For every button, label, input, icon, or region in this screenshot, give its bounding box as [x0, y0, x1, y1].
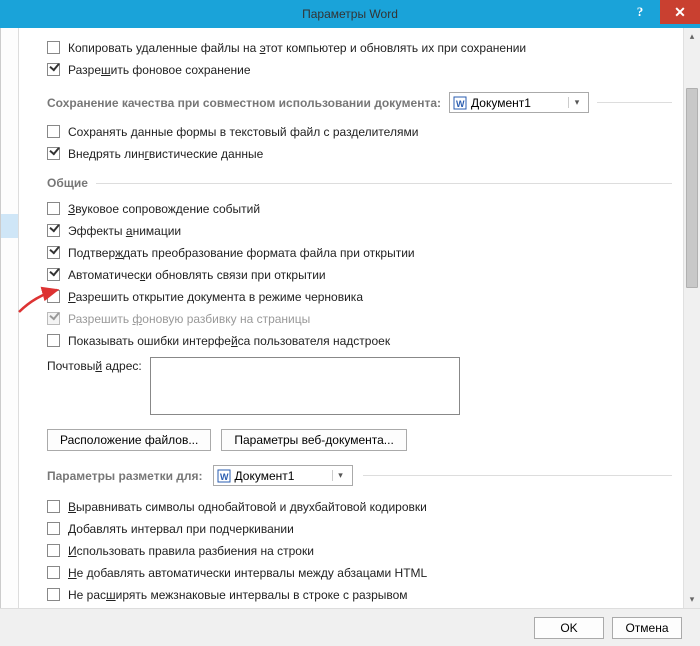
checkbox[interactable] — [47, 522, 60, 535]
quality-document-select[interactable]: W Документ1 ▾ — [449, 92, 589, 113]
titlebar-controls: ? ✕ — [620, 0, 700, 28]
checkbox[interactable] — [47, 41, 60, 54]
option-label: Автоматически обновлять связи при открыт… — [68, 268, 326, 282]
option-label: Сохранять данные формы в текстовый файл … — [68, 125, 418, 139]
checkbox[interactable] — [47, 500, 60, 513]
section-quality: Сохранение качества при совместном испол… — [47, 92, 672, 113]
scroll-down-arrow-icon[interactable]: ▾ — [684, 591, 700, 608]
quality-option-option: Внедрять лингвистические данные — [47, 143, 672, 164]
checkbox — [47, 312, 60, 325]
option-label: Разрешить открытие документа в режиме че… — [68, 290, 363, 304]
option-label: Выравнивать символы однобайтовой и двухб… — [68, 500, 427, 514]
layout-label: Параметры разметки для: — [47, 469, 203, 483]
word-doc-icon: W — [453, 96, 467, 110]
layout-document-select[interactable]: W Документ1 ▾ — [213, 465, 353, 486]
checkbox[interactable] — [47, 147, 60, 160]
layout-option-option: Не расширять межзнаковые интервалы в стр… — [47, 584, 672, 605]
quality-doc-selected: Документ1 — [471, 96, 531, 110]
section-layout: Параметры разметки для: W Документ1 ▾ — [47, 465, 672, 486]
scrollbar-thumb[interactable] — [686, 88, 698, 288]
general-option-option: Разрешить фоновую разбивку на страницы — [47, 308, 672, 329]
quality-option-option: Сохранять данные формы в текстовый файл … — [47, 121, 672, 142]
checkbox[interactable] — [47, 566, 60, 579]
svg-text:W: W — [456, 99, 465, 109]
option-label: Разрешить фоновое сохранение — [68, 63, 251, 77]
web-options-button[interactable]: Параметры веб-документа... — [221, 429, 406, 451]
checkbox[interactable] — [47, 544, 60, 557]
option-label: Копировать удаленные файлы на этот компь… — [68, 41, 526, 55]
nav-sidebar-stub — [1, 28, 19, 608]
dialog-footer: OK Отмена — [0, 608, 700, 646]
checkbox[interactable] — [47, 224, 60, 237]
checkbox[interactable] — [47, 268, 60, 281]
general-option-option: Показывать ошибки интерфейса пользовател… — [47, 330, 672, 351]
cancel-button[interactable]: Отмена — [612, 617, 682, 639]
layout-option-option: Не добавлять автоматически интервалы меж… — [47, 562, 672, 583]
checkbox[interactable] — [47, 125, 60, 138]
option-label: Разрешить фоновую разбивку на страницы — [68, 312, 310, 326]
general-option-option: Эффекты анимации — [47, 220, 672, 241]
nav-selection-highlight — [1, 214, 18, 238]
options-content: Копировать удаленные файлы на этот компь… — [19, 28, 700, 608]
section-general: Общие — [47, 176, 672, 190]
option-label: Показывать ошибки интерфейса пользовател… — [68, 334, 390, 348]
general-option-option: Звуковое сопровождение событий — [47, 198, 672, 219]
option-label: Эффекты анимации — [68, 224, 181, 238]
chevron-down-icon: ▾ — [568, 97, 585, 108]
save-option-option: Копировать удаленные файлы на этот компь… — [47, 37, 672, 58]
layout-doc-selected: Документ1 — [235, 469, 295, 483]
mail-address-label: Почтовый адрес: — [47, 357, 142, 373]
window-title: Параметры Word — [302, 7, 398, 21]
mail-address-input[interactable] — [150, 357, 460, 415]
section-quality-title: Сохранение качества при совместном испол… — [47, 96, 441, 110]
option-label: Не добавлять автоматически интервалы меж… — [68, 566, 427, 580]
checkbox[interactable] — [47, 63, 60, 76]
checkbox[interactable] — [47, 334, 60, 347]
general-option-option: Разрешить открытие документа в режиме че… — [47, 286, 672, 307]
svg-text:W: W — [220, 472, 229, 482]
option-label: Звуковое сопровождение событий — [68, 202, 260, 216]
layout-option-option: Использовать правила разбиения на строки — [47, 540, 672, 561]
general-option-option: Подтверждать преобразование формата файл… — [47, 242, 672, 263]
checkbox[interactable] — [47, 588, 60, 601]
vertical-scrollbar[interactable]: ▴ ▾ — [683, 28, 700, 608]
save-option-option: Разрешить фоновое сохранение — [47, 59, 672, 80]
layout-option-option: Добавлять интервал при подчеркивании — [47, 518, 672, 539]
option-label: Не расширять межзнаковые интервалы в стр… — [68, 588, 408, 602]
help-button[interactable]: ? — [620, 0, 660, 24]
option-label: Использовать правила разбиения на строки — [68, 544, 314, 558]
checkbox[interactable] — [47, 290, 60, 303]
checkbox[interactable] — [47, 202, 60, 215]
checkbox[interactable] — [47, 246, 60, 259]
option-label: Подтверждать преобразование формата файл… — [68, 246, 415, 260]
window-titlebar: Параметры Word ? ✕ — [0, 0, 700, 28]
option-label: Добавлять интервал при подчеркивании — [68, 522, 294, 536]
section-general-title: Общие — [47, 176, 88, 190]
layout-option-option: Выравнивать символы однобайтовой и двухб… — [47, 496, 672, 517]
chevron-down-icon: ▾ — [332, 470, 349, 481]
file-locations-button[interactable]: Расположение файлов... — [47, 429, 211, 451]
word-doc-icon: W — [217, 469, 231, 483]
close-button[interactable]: ✕ — [660, 0, 700, 24]
ok-button[interactable]: OK — [534, 617, 604, 639]
option-label: Внедрять лингвистические данные — [68, 147, 263, 161]
general-option-option: Автоматически обновлять связи при открыт… — [47, 264, 672, 285]
scroll-up-arrow-icon[interactable]: ▴ — [684, 28, 700, 45]
